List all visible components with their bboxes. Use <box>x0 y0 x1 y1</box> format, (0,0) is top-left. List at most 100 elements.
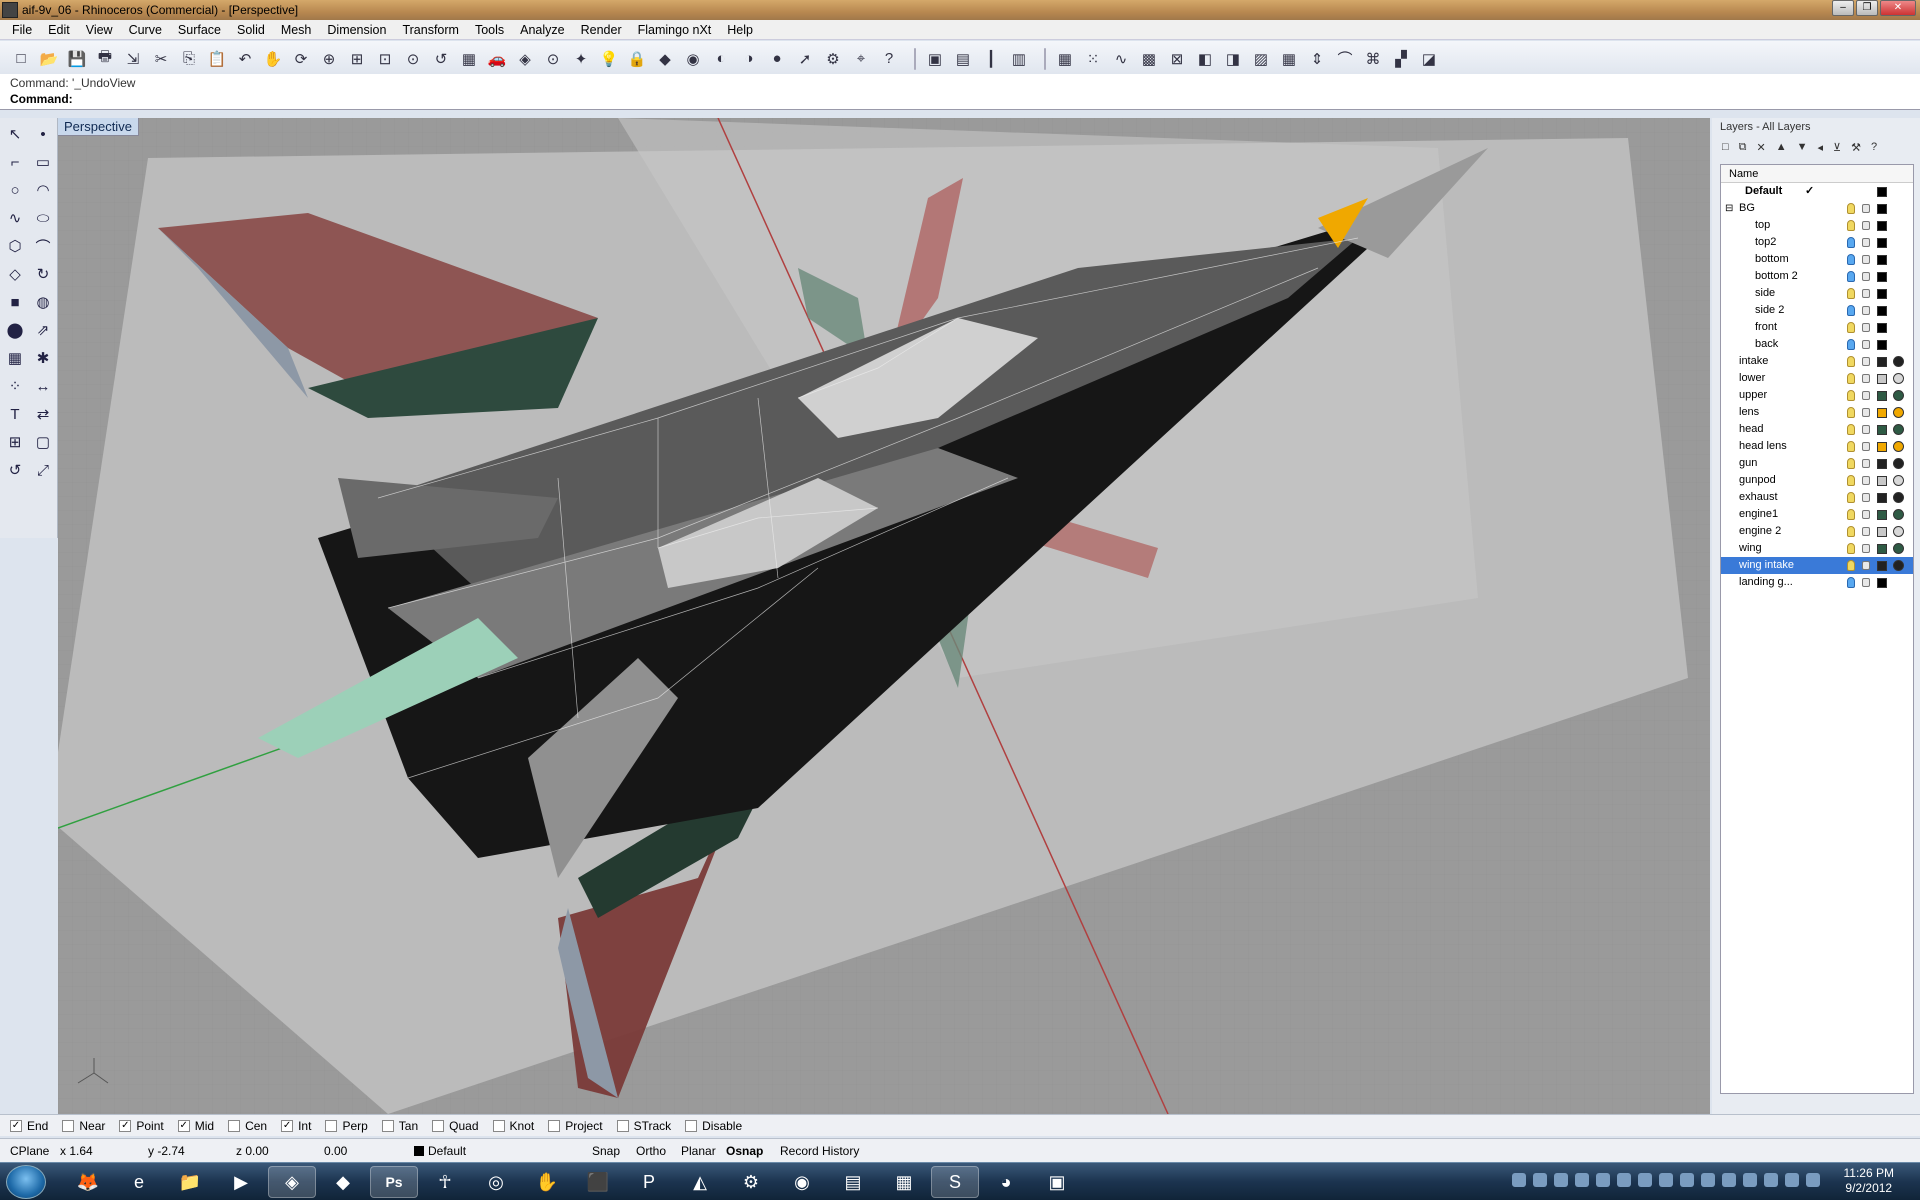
layer-color-swatch[interactable] <box>1877 204 1887 214</box>
menu-tools[interactable]: Tools <box>467 23 512 37</box>
viewport-icon[interactable]: ▤ <box>952 48 974 70</box>
tray-icon-1[interactable] <box>1512 1173 1526 1187</box>
explorer-folder-icon[interactable]: 📁 <box>166 1166 214 1198</box>
maya-icon[interactable]: ⚙ <box>727 1166 775 1198</box>
layer-lock-icon[interactable] <box>1862 544 1870 553</box>
fillet-icon[interactable]: ⌒ <box>31 234 55 258</box>
firefox-icon[interactable]: 🦊 <box>64 1166 112 1198</box>
layer-color-swatch[interactable] <box>1877 340 1887 350</box>
osnap-tan[interactable]: Tan <box>381 1119 418 1133</box>
layer-visibility-bulb-icon[interactable] <box>1847 254 1855 265</box>
layer-row[interactable]: front <box>1721 319 1913 336</box>
layer-row[interactable]: lens <box>1721 404 1913 421</box>
select-arrow-icon[interactable]: ↖ <box>3 122 27 146</box>
layer-color-swatch[interactable] <box>1877 357 1887 367</box>
transform-icon[interactable]: ⇄ <box>31 402 55 426</box>
checkbox-icon[interactable] <box>432 1119 445 1132</box>
layer-row[interactable]: wing intake <box>1721 557 1913 574</box>
block-icon[interactable]: ▢ <box>31 430 55 454</box>
layer-lock-icon[interactable] <box>1862 476 1870 485</box>
curvature-icon[interactable]: ⌘ <box>1362 48 1384 70</box>
perspective-viewport[interactable]: Perspective <box>58 118 1710 1114</box>
rhino-icon[interactable]: ◈ <box>268 1166 316 1198</box>
tray-icon-10[interactable] <box>1701 1173 1715 1187</box>
layer-visibility-bulb-icon[interactable] <box>1847 492 1855 503</box>
powerpoint-icon[interactable]: P <box>625 1166 673 1198</box>
record-history-toggle[interactable]: Record History <box>780 1144 859 1158</box>
polyline-icon[interactable]: ⌐ <box>3 150 27 174</box>
adobe-icon[interactable]: ⬛ <box>574 1166 622 1198</box>
osnap-end[interactable]: ✓ End <box>10 1119 48 1133</box>
layer-row[interactable]: head <box>1721 421 1913 438</box>
layer-row[interactable]: engine1 <box>1721 506 1913 523</box>
layer-lock-icon[interactable] <box>1862 306 1870 315</box>
tray-icon-8[interactable] <box>1659 1173 1673 1187</box>
circle-icon[interactable]: ○ <box>3 178 27 202</box>
boolean-icon[interactable]: ◍ <box>31 290 55 314</box>
save-icon[interactable]: 💾 <box>66 48 88 70</box>
drafting-icon[interactable]: ▦ <box>1278 48 1300 70</box>
tools-icon[interactable]: ⚒ <box>1851 141 1861 154</box>
new-layer-icon[interactable]: □ <box>1722 141 1729 153</box>
layer-color-swatch[interactable] <box>1877 459 1887 469</box>
layer-row[interactable]: side <box>1721 285 1913 302</box>
new-icon[interactable]: □ <box>10 48 32 70</box>
layer-color-swatch[interactable] <box>1877 374 1887 384</box>
hand-icon[interactable]: ✋ <box>523 1166 571 1198</box>
close-button[interactable]: ✕ <box>1880 0 1916 16</box>
gear-icon[interactable]: ⚙ <box>822 48 844 70</box>
command-prompt[interactable]: Command: <box>10 92 73 106</box>
media-icon[interactable]: ◕ <box>982 1166 1030 1198</box>
layer-row[interactable]: exhaust <box>1721 489 1913 506</box>
layer-visibility-bulb-icon[interactable] <box>1847 424 1855 435</box>
layer-color-swatch[interactable] <box>1877 510 1887 520</box>
osnap-strack[interactable]: STrack <box>616 1119 671 1133</box>
menu-surface[interactable]: Surface <box>170 23 229 37</box>
layer-lock-icon[interactable] <box>1862 442 1870 451</box>
scale-icon[interactable]: ⤢ <box>31 458 55 482</box>
layer-material-swatch[interactable] <box>1893 373 1904 384</box>
array-icon[interactable]: ⊞ <box>3 430 27 454</box>
layer-lock-icon[interactable] <box>1862 238 1870 247</box>
flamingo-icon[interactable]: ➚ <box>794 48 816 70</box>
layer-visibility-bulb-icon[interactable] <box>1847 560 1855 571</box>
ortho-toggle[interactable]: Ortho <box>636 1144 666 1158</box>
mesh-tools-icon[interactable]: ▨ <box>1250 48 1272 70</box>
checkbox-icon[interactable] <box>228 1119 241 1132</box>
tray-icon-3[interactable] <box>1554 1173 1568 1187</box>
select-icon[interactable]: ⊙ <box>542 48 564 70</box>
layer-visibility-bulb-icon[interactable] <box>1847 475 1855 486</box>
layer-color-swatch[interactable] <box>1877 544 1887 554</box>
layer-visibility-bulb-icon[interactable] <box>1847 441 1855 452</box>
menu-dimension[interactable]: Dimension <box>319 23 394 37</box>
shaded-sphere-icon[interactable]: ◐ <box>710 48 732 70</box>
move-up-icon[interactable]: ▲ <box>1776 141 1787 153</box>
layer-material-swatch[interactable] <box>1893 356 1904 367</box>
layer-visibility-bulb-icon[interactable] <box>1847 543 1855 554</box>
color-wheel-icon[interactable]: ◉ <box>682 48 704 70</box>
layer-color-swatch[interactable] <box>1877 289 1887 299</box>
calculator-icon[interactable]: ▦ <box>880 1166 928 1198</box>
checkbox-icon[interactable]: ✓ <box>10 1119 22 1132</box>
layer-name-column-header[interactable]: Name <box>1721 165 1913 183</box>
layer-color-swatch[interactable] <box>1877 187 1887 197</box>
layer-color-swatch[interactable] <box>1877 323 1887 333</box>
import-icon[interactable]: ⇲ <box>122 48 144 70</box>
pan-icon[interactable]: ✋ <box>262 48 284 70</box>
checkbox-icon[interactable] <box>616 1119 629 1132</box>
rectangle-icon[interactable]: ▭ <box>31 150 55 174</box>
tray-icon-4[interactable] <box>1575 1173 1589 1187</box>
tray-icon-12[interactable] <box>1743 1173 1757 1187</box>
layer-row[interactable]: top2 <box>1721 234 1913 251</box>
collapse-toggle-icon[interactable]: ⊟ <box>1725 200 1733 217</box>
mesh-icon[interactable]: ▦ <box>3 346 27 370</box>
layer-lock-icon[interactable] <box>1862 578 1870 587</box>
layer-row[interactable]: upper <box>1721 387 1913 404</box>
paste-icon[interactable]: 📋 <box>206 48 228 70</box>
layer-row[interactable]: head lens <box>1721 438 1913 455</box>
blender-icon[interactable]: ◎ <box>472 1166 520 1198</box>
surface-tools-icon[interactable]: ◧ <box>1194 48 1216 70</box>
layer-visibility-bulb-icon[interactable] <box>1847 509 1855 520</box>
layer-lock-icon[interactable] <box>1862 527 1870 536</box>
explode-icon[interactable]: ✱ <box>31 346 55 370</box>
